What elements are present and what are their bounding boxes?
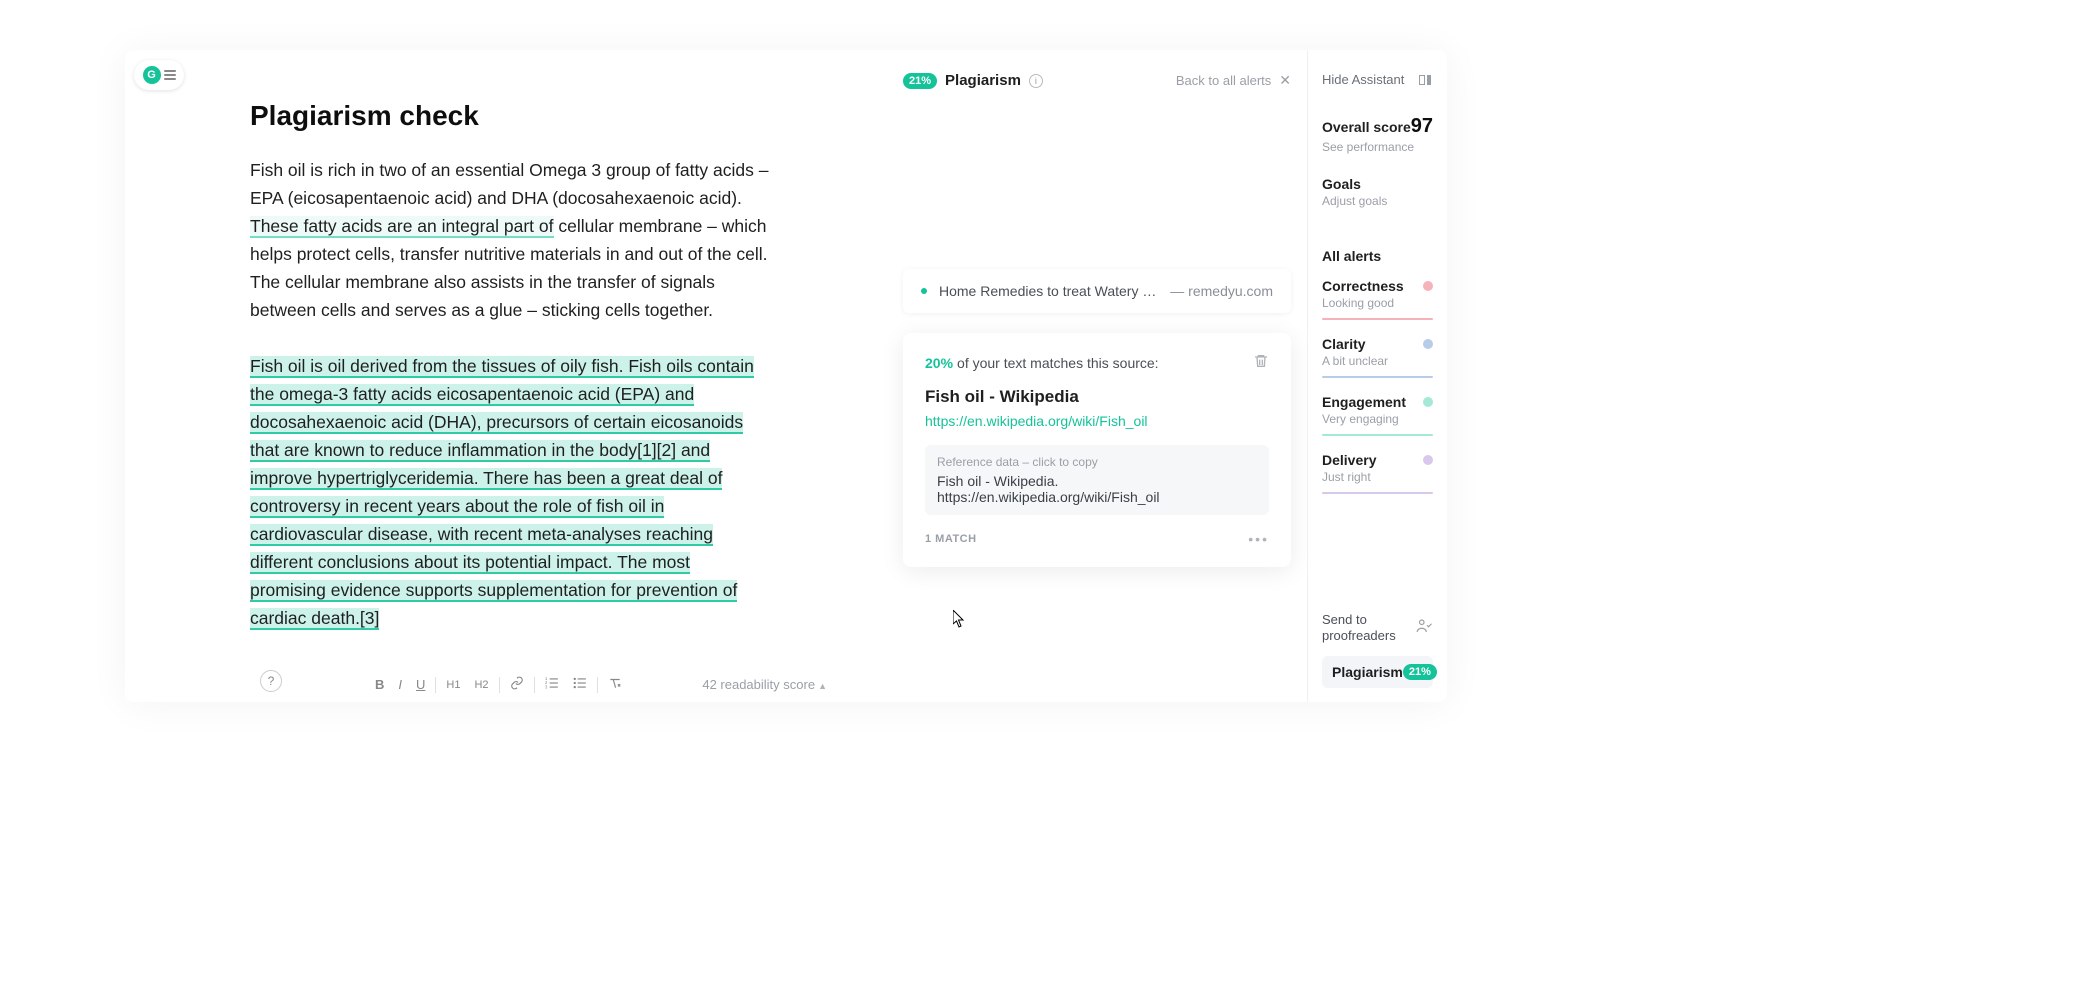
category-engagement[interactable]: Engagement Very engaging xyxy=(1322,394,1433,436)
see-performance-link[interactable]: See performance xyxy=(1322,140,1433,154)
source-card-expanded: 20% of your text matches this source: Fi… xyxy=(903,333,1291,567)
bullet-list-button[interactable] xyxy=(573,676,587,693)
trash-icon[interactable] xyxy=(1253,353,1269,373)
category-bar xyxy=(1322,376,1433,378)
reference-label: Reference data – click to copy xyxy=(937,455,1257,469)
back-to-alerts-link[interactable]: Back to all alerts ✕ xyxy=(1176,72,1291,89)
alerts-pane: 21% Plagiarism i Back to all alerts ✕ Ho… xyxy=(887,50,1307,702)
plagiarism-row-badge: 21% xyxy=(1403,664,1437,680)
overall-score-value: 97 xyxy=(1411,115,1433,138)
plagiarism-percent-badge: 21% xyxy=(903,73,937,89)
goals-label: Goals xyxy=(1322,176,1433,192)
category-name: Delivery xyxy=(1322,452,1376,468)
source-card-collapsed[interactable]: Home Remedies to treat Watery Eyes - R… … xyxy=(903,269,1291,313)
panel-icon xyxy=(1419,75,1433,85)
source-dot-icon xyxy=(921,288,927,294)
category-name: Engagement xyxy=(1322,394,1406,410)
alerts-header: 21% Plagiarism i Back to all alerts ✕ xyxy=(903,72,1291,89)
paragraph-2[interactable]: Fish oil is oil derived from the tissues… xyxy=(250,352,770,632)
h2-button[interactable]: H2 xyxy=(474,679,488,691)
menu-icon xyxy=(164,68,176,82)
match-count: 1 MATCH xyxy=(925,533,977,545)
h1-button[interactable]: H1 xyxy=(446,679,460,691)
match-percent: 20% xyxy=(925,355,953,371)
category-name: Clarity xyxy=(1322,336,1366,352)
help-icon[interactable]: ? xyxy=(260,670,282,692)
app-window: Plagiarism check Fish oil is rich in two… xyxy=(125,50,1447,702)
source-url-link[interactable]: https://en.wikipedia.org/wiki/Fish_oil xyxy=(925,413,1269,429)
category-bar xyxy=(1322,434,1433,436)
close-icon[interactable]: ✕ xyxy=(1279,72,1291,89)
reference-text: Fish oil - Wikipedia. https://en.wikiped… xyxy=(937,473,1257,505)
document-body[interactable]: Fish oil is rich in two of an essential … xyxy=(250,156,770,702)
category-correctness[interactable]: Correctness Looking good xyxy=(1322,278,1433,320)
clear-formatting-button[interactable] xyxy=(608,676,622,693)
document-title[interactable]: Plagiarism check xyxy=(250,100,827,132)
category-subtitle: Very engaging xyxy=(1322,412,1433,426)
match-percent-text: of your text matches this source: xyxy=(957,355,1253,371)
source-title-expanded: Fish oil - Wikipedia xyxy=(925,387,1269,407)
numbered-list-button[interactable]: 123 xyxy=(545,676,559,693)
adjust-goals-link[interactable]: Adjust goals xyxy=(1322,194,1433,208)
italic-button[interactable]: I xyxy=(398,677,402,692)
category-dot-icon xyxy=(1423,455,1433,465)
paragraph-1[interactable]: Fish oil is rich in two of an essential … xyxy=(250,156,770,324)
svg-text:3: 3 xyxy=(545,684,548,689)
category-subtitle: Looking good xyxy=(1322,296,1433,310)
editor-pane: Plagiarism check Fish oil is rich in two… xyxy=(125,50,887,702)
cursor-pointer-icon xyxy=(953,610,965,626)
source-title: Home Remedies to treat Watery Eyes - R… xyxy=(939,283,1164,299)
category-subtitle: A bit unclear xyxy=(1322,354,1433,368)
category-name: Correctness xyxy=(1322,278,1404,294)
info-icon[interactable]: i xyxy=(1029,74,1043,88)
assistant-sidebar: Hide Assistant Overall score 97 See perf… xyxy=(1307,50,1447,702)
plagiarism-highlight-strong: Fish oil is oil derived from the tissues… xyxy=(250,356,754,630)
formatting-toolbar: ? B I U H1 H2 123 xyxy=(250,666,887,702)
text-span: Fish oil is rich in two of an essential … xyxy=(250,160,768,208)
grammarly-logo-badge[interactable]: G xyxy=(134,60,184,90)
category-subtitle: Just right xyxy=(1322,470,1433,484)
send-to-proofreaders-button[interactable]: Send to proofreaders xyxy=(1322,612,1433,644)
grammarly-logo-icon: G xyxy=(143,66,161,84)
plagiarism-highlight-light: These fatty acids are an integral part o… xyxy=(250,216,554,238)
plagiarism-row-button[interactable]: Plagiarism 21% xyxy=(1322,656,1433,688)
reference-box[interactable]: Reference data – click to copy Fish oil … xyxy=(925,445,1269,515)
all-alerts-link[interactable]: All alerts xyxy=(1322,248,1433,264)
readability-score[interactable]: 42 readability score▲ xyxy=(702,677,827,692)
category-bar xyxy=(1322,318,1433,320)
link-button[interactable] xyxy=(510,676,524,693)
category-bar xyxy=(1322,492,1433,494)
category-dot-icon xyxy=(1423,339,1433,349)
alerts-title: Plagiarism xyxy=(945,72,1021,89)
overall-score-row[interactable]: Overall score 97 xyxy=(1322,115,1433,138)
bold-button[interactable]: B xyxy=(375,677,384,692)
hide-assistant-button[interactable]: Hide Assistant xyxy=(1322,72,1433,87)
source-domain: — remedyu.com xyxy=(1170,283,1273,299)
category-dot-icon xyxy=(1423,281,1433,291)
underline-button[interactable]: U xyxy=(416,677,425,692)
category-clarity[interactable]: Clarity A bit unclear xyxy=(1322,336,1433,378)
category-delivery[interactable]: Delivery Just right xyxy=(1322,452,1433,494)
proofreader-icon xyxy=(1415,617,1433,639)
more-icon[interactable]: ••• xyxy=(1248,531,1269,547)
category-dot-icon xyxy=(1423,397,1433,407)
